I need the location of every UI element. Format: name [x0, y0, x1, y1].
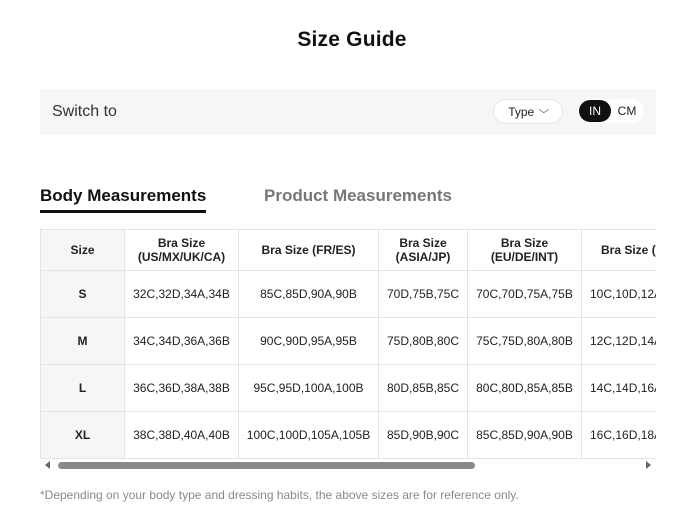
horizontal-scrollbar[interactable] — [40, 459, 656, 473]
type-dropdown-label: Type — [508, 104, 535, 119]
table-cell: 75D,80B,80C — [378, 317, 468, 365]
column-header: Size — [40, 229, 125, 271]
unit-switch-bar: Switch to Type ⌵ IN CM — [40, 89, 656, 135]
size-cell: S — [40, 270, 125, 318]
table-cell: 90C,90D,95A,95B — [238, 317, 379, 365]
scroll-right-arrow-icon[interactable] — [646, 461, 651, 469]
size-cell: L — [40, 364, 125, 412]
chevron-down-icon: ⌵ — [538, 104, 550, 116]
table-cell: 85D,90B,90C — [378, 411, 468, 459]
table-cell: 85C,85D,90A,90B — [238, 270, 379, 318]
table-cell: 75C,75D,80A,80B — [467, 317, 582, 365]
unit-cm-button[interactable]: CM — [611, 100, 643, 122]
table-cell: 85C,85D,90A,90B — [467, 411, 582, 459]
size-cell: XL — [40, 411, 125, 459]
page-title: Size Guide — [297, 28, 407, 51]
table-row: XL 38C,38D,40A,40B 100C,100D,105A,105B 8… — [40, 411, 656, 459]
table-cell: 100C,100D,105A,105B — [238, 411, 379, 459]
table-cell: 32C,32D,34A,34B — [124, 270, 239, 318]
column-header: Bra Size (US/MX/UK/CA) — [124, 229, 239, 271]
table-row: M 34C,34D,36A,36B 90C,90D,95A,95B 75D,80… — [40, 317, 656, 365]
type-dropdown[interactable]: Type ⌵ — [493, 99, 563, 124]
tab-product-measurements[interactable]: Product Measurements — [264, 186, 452, 206]
scrollbar-thumb[interactable] — [58, 462, 475, 469]
column-header: Bra Size (EU/DE/INT) — [467, 229, 582, 271]
unit-in-button[interactable]: IN — [579, 100, 611, 122]
column-header: Bra Size (AU) — [581, 229, 656, 271]
scroll-left-arrow-icon[interactable] — [45, 461, 50, 469]
table-cell: 10C,10D,12A,12B — [581, 270, 656, 318]
table-cell: 12C,12D,14A,14B — [581, 317, 656, 365]
table-cell: 38C,38D,40A,40B — [124, 411, 239, 459]
table-row: L 36C,36D,38A,38B 95C,95D,100A,100B 80D,… — [40, 364, 656, 412]
table-cell: 36C,36D,38A,38B — [124, 364, 239, 412]
size-table-container[interactable]: Size Bra Size (US/MX/UK/CA) Bra Size (FR/… — [40, 229, 656, 459]
table-row: S 32C,32D,34A,34B 85C,85D,90A,90B 70D,75… — [40, 270, 656, 318]
table-cell: 16C,16D,18A,18B — [581, 411, 656, 459]
table-cell: 34C,34D,36A,36B — [124, 317, 239, 365]
unit-toggle: IN CM — [578, 99, 644, 123]
switch-to-label: Switch to — [52, 103, 117, 120]
table-cell: 80C,80D,85A,85B — [467, 364, 582, 412]
reference-footnote: *Depending on your body type and dressin… — [40, 488, 519, 502]
table-cell: 95C,95D,100A,100B — [238, 364, 379, 412]
tab-body-measurements[interactable]: Body Measurements — [40, 186, 207, 213]
size-cell: M — [40, 317, 125, 365]
column-header: Bra Size (ASIA/JP) — [378, 229, 468, 271]
table-header-row: Size Bra Size (US/MX/UK/CA) Bra Size (FR/… — [40, 229, 656, 271]
table-cell: 80D,85B,85C — [378, 364, 468, 412]
table-cell: 14C,14D,16A,16B — [581, 364, 656, 412]
table-cell: 70C,70D,75A,75B — [467, 270, 582, 318]
table-cell: 70D,75B,75C — [378, 270, 468, 318]
column-header: Bra Size (FR/ES) — [238, 229, 379, 271]
size-table: Size Bra Size (US/MX/UK/CA) Bra Size (FR/… — [40, 229, 656, 459]
